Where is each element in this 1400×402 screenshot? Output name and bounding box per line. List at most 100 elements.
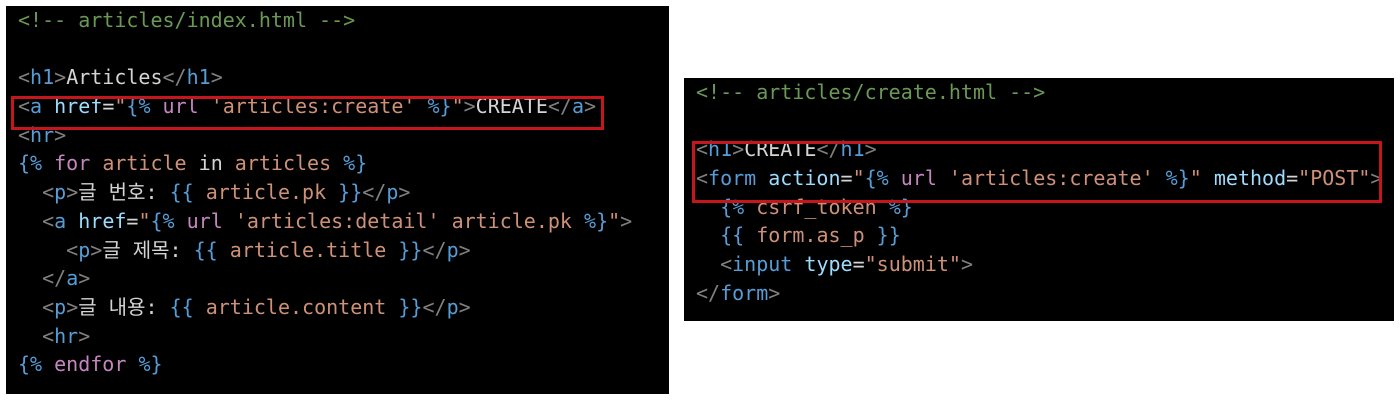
code-line: {% for article in articles %} xyxy=(6,149,669,178)
code-token: {{ xyxy=(720,223,745,248)
code-token: </ xyxy=(696,280,721,305)
code-token: > xyxy=(458,237,471,262)
code-token: > xyxy=(66,180,79,205)
code-token: CREATE xyxy=(744,137,817,162)
code-line: <!-- articles/index.html --> xyxy=(6,6,669,35)
code-token: = xyxy=(126,208,139,233)
code-token: 'articles:create' xyxy=(210,94,416,119)
code-token: > xyxy=(463,94,476,119)
code-token: p xyxy=(446,237,459,262)
code-token: < xyxy=(42,294,55,319)
code-token: " xyxy=(1189,166,1202,191)
code-line: <p>글 내용: {{ article.content }}</p> xyxy=(6,293,669,322)
code-token: Articles xyxy=(66,65,163,90)
code-token: < xyxy=(18,65,31,90)
code-line: <a href="{% url 'articles:detail' articl… xyxy=(6,207,669,236)
code-token: for xyxy=(54,151,91,176)
code-token: url xyxy=(186,208,223,233)
code-token: url xyxy=(900,166,937,191)
code-line: </form> xyxy=(684,279,1394,308)
code-token: < xyxy=(18,94,31,119)
code-token: p xyxy=(54,180,67,205)
code-token: > xyxy=(398,180,411,205)
code-token: p xyxy=(54,294,67,319)
code-token: < xyxy=(18,122,31,147)
code-token: %} xyxy=(584,208,609,233)
code-token: </ xyxy=(422,294,447,319)
code-token: %} xyxy=(888,194,913,219)
code-token: {% xyxy=(720,194,745,219)
code-token: </ xyxy=(162,65,187,90)
code-token: < xyxy=(42,180,55,205)
code-line: <h1>CREATE</h1> xyxy=(684,135,1394,164)
code-line: <hr> xyxy=(6,322,669,351)
code-token: form.as_p xyxy=(756,223,865,248)
code-token: > xyxy=(458,294,471,319)
code-token: 'articles:detail' xyxy=(234,208,440,233)
code-token: = xyxy=(1286,166,1299,191)
code-token: 글 제목: xyxy=(102,237,194,262)
code-token: > xyxy=(54,65,67,90)
code-token: < xyxy=(696,137,709,162)
code-token: }} xyxy=(398,237,423,262)
code-token: > xyxy=(732,137,745,162)
code-token: 글 내용: xyxy=(78,294,170,319)
code-token: > xyxy=(768,280,781,305)
code-token: %} xyxy=(427,94,452,119)
code-token: 'articles:create' xyxy=(948,166,1154,191)
code-token: h1 xyxy=(708,137,733,162)
code-token: h1 xyxy=(30,65,55,90)
code-token: </ xyxy=(42,266,67,291)
code-token: a xyxy=(66,266,79,291)
code-token: article.pk xyxy=(205,180,327,205)
code-line: <!-- articles/create.html --> xyxy=(684,78,1394,107)
code-token: hr xyxy=(54,323,79,348)
code-token: method xyxy=(1213,166,1287,191)
code-token: < xyxy=(696,166,709,191)
code-token: article.content xyxy=(205,294,387,319)
code-token: endfor xyxy=(54,352,127,377)
code-token: action xyxy=(768,166,841,191)
code-token: {{ xyxy=(193,237,218,262)
code-line: <h1>Articles</h1> xyxy=(6,63,669,92)
code-token: > xyxy=(90,237,103,262)
code-token: > xyxy=(1370,166,1383,191)
code-line: {% endfor %} xyxy=(6,350,669,379)
code-token: > xyxy=(584,94,597,119)
code-token: > xyxy=(66,294,79,319)
code-token: csrf_token xyxy=(756,194,877,219)
code-token: input xyxy=(732,252,793,277)
code-token: </ xyxy=(362,180,387,205)
code-token: href xyxy=(78,208,127,233)
code-token: </ xyxy=(547,94,572,119)
code-token: {{ xyxy=(169,180,194,205)
code-token: }} xyxy=(398,294,423,319)
code-token: < xyxy=(42,323,55,348)
code-token: = xyxy=(840,166,853,191)
